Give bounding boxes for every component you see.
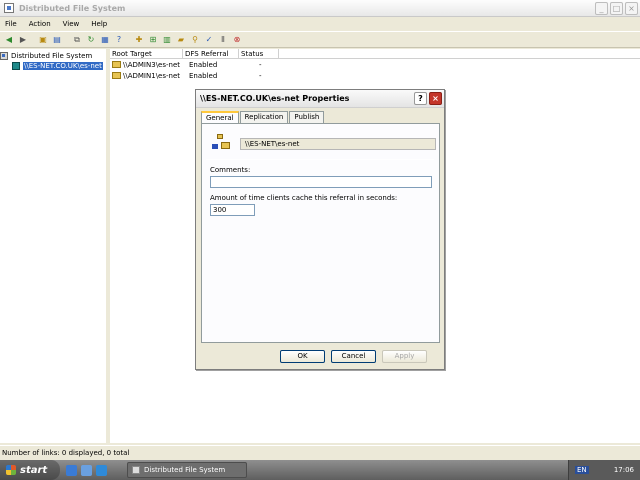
show-hide-tree-icon[interactable]: ▤ xyxy=(51,34,63,46)
window-titlebar: Distributed File System _ □ × xyxy=(0,0,640,17)
tab-publish[interactable]: Publish xyxy=(289,111,325,123)
toolbar-separator xyxy=(31,34,35,46)
dialog-titlebar: \\ES-NET.CO.UK\es-net Properties ? × xyxy=(196,90,444,108)
dialog-title: \\ES-NET.CO.UK\es-net Properties xyxy=(200,94,350,103)
quick-launch xyxy=(66,464,107,476)
tree-item-label: Distributed File System xyxy=(11,52,93,60)
toolbar-separator xyxy=(127,34,131,46)
dfs-icon xyxy=(0,52,8,60)
tree-item-root[interactable]: \\ES-NET.CO.UK\es-net xyxy=(0,61,106,71)
menu-bar: File Action View Help xyxy=(0,17,640,31)
windows-logo-icon xyxy=(6,465,16,475)
help-button[interactable]: ? xyxy=(414,92,427,105)
status-cell: - xyxy=(259,71,262,80)
taskbar: start Distributed File System EN 17:06 xyxy=(0,460,640,480)
close-button[interactable]: × xyxy=(625,2,638,15)
comments-label: Comments: xyxy=(210,166,251,174)
menu-action[interactable]: Action xyxy=(29,20,51,28)
divider xyxy=(206,159,434,160)
back-arrow-icon[interactable]: ◀ xyxy=(3,34,15,46)
properties-icon[interactable]: ▥ xyxy=(161,34,173,46)
filter-icon[interactable]: ⚲ xyxy=(189,34,201,46)
open-icon[interactable]: ▰ xyxy=(175,34,187,46)
referral-cell: Enabled xyxy=(189,60,218,69)
shared-folder-icon xyxy=(112,72,121,79)
show-desktop-icon[interactable] xyxy=(66,464,77,476)
taskbar-item-label: Distributed File System xyxy=(144,466,226,474)
up-folder-icon[interactable]: ▣ xyxy=(37,34,49,46)
status-cell: - xyxy=(259,60,262,69)
column-dfs-referral[interactable]: DFS Referral xyxy=(183,49,239,58)
tab-replication[interactable]: Replication xyxy=(239,111,289,123)
stop-icon[interactable]: Ⅱ xyxy=(217,34,229,46)
internet-explorer-icon[interactable] xyxy=(81,464,92,476)
toolbar-separator xyxy=(65,34,69,46)
list-header: Root Target DFS Referral Status xyxy=(110,49,640,59)
dialog-footer: OK Cancel Apply xyxy=(196,350,444,363)
forward-arrow-icon[interactable]: ▶ xyxy=(17,34,29,46)
media-player-icon[interactable] xyxy=(96,464,107,476)
new-link-icon[interactable]: ⊞ xyxy=(147,34,159,46)
toolbar: ◀ ▶ ▣ ▤ ⧉ ↻ ▦ ? ✚ ⊞ ▥ ▰ ⚲ ✓ Ⅱ ⊗ xyxy=(0,31,640,48)
tree-pane: Distributed File System \\ES-NET.CO.UK\e… xyxy=(0,49,108,443)
root-target-cell: \\ADMIN1\es-net xyxy=(123,71,181,80)
dialog-close-button[interactable]: × xyxy=(429,92,442,105)
window-controls: _ □ × xyxy=(595,2,638,15)
help-icon[interactable]: ? xyxy=(113,34,125,46)
start-button[interactable]: start xyxy=(0,460,60,480)
menu-help[interactable]: Help xyxy=(91,20,107,28)
root-target-cell: \\ADMIN3\es-net xyxy=(123,60,181,69)
check-status-icon[interactable]: ✓ xyxy=(203,34,215,46)
maximize-button[interactable]: □ xyxy=(610,2,623,15)
cache-time-label: Amount of time clients cache this referr… xyxy=(210,194,398,202)
shared-folder-icon xyxy=(112,61,121,68)
column-root-target[interactable]: Root Target xyxy=(110,49,183,58)
start-label: start xyxy=(20,464,48,476)
export-icon[interactable]: ▦ xyxy=(99,34,111,46)
dialog-controls: ? × xyxy=(414,92,442,105)
cache-time-input[interactable] xyxy=(210,204,255,216)
dialog-tabs: General Replication Publish xyxy=(201,111,325,124)
new-root-icon[interactable]: ✚ xyxy=(133,34,145,46)
window-title: Distributed File System xyxy=(19,3,126,13)
dfs-app-icon xyxy=(132,466,140,474)
copy-icon[interactable]: ⧉ xyxy=(71,34,83,46)
close-view-icon[interactable]: ⊗ xyxy=(231,34,243,46)
minimize-button[interactable]: _ xyxy=(595,2,608,15)
list-item[interactable]: \\ADMIN1\es-net Enabled - xyxy=(110,70,640,81)
language-indicator[interactable]: EN xyxy=(575,466,589,474)
comments-input[interactable] xyxy=(210,176,432,188)
general-tab-panel: \\ES-NET\es-net Comments: Amount of time… xyxy=(201,123,440,343)
dfs-root-icon xyxy=(12,62,20,70)
column-status[interactable]: Status xyxy=(239,49,279,58)
properties-dialog: \\ES-NET.CO.UK\es-net Properties ? × Gen… xyxy=(195,89,445,370)
clock: 17:06 xyxy=(613,466,634,474)
menu-file[interactable]: File xyxy=(5,20,17,28)
list-item[interactable]: \\ADMIN3\es-net Enabled - xyxy=(110,59,640,70)
taskbar-item-dfs[interactable]: Distributed File System xyxy=(127,462,247,478)
ok-button[interactable]: OK xyxy=(280,350,325,363)
referral-cell: Enabled xyxy=(189,71,218,80)
tree-item-dfs[interactable]: Distributed File System xyxy=(0,51,106,61)
dfs-app-icon xyxy=(4,3,14,13)
menu-view[interactable]: View xyxy=(63,20,80,28)
apply-button[interactable]: Apply xyxy=(382,350,427,363)
dfs-root-share-icon xyxy=(212,134,230,152)
root-path-field: \\ES-NET\es-net xyxy=(240,138,436,150)
system-tray: EN 17:06 xyxy=(568,460,640,480)
cancel-button[interactable]: Cancel xyxy=(331,350,376,363)
status-bar: Number of links: 0 displayed, 0 total xyxy=(0,445,640,459)
refresh-icon[interactable]: ↻ xyxy=(85,34,97,46)
tree-item-label: \\ES-NET.CO.UK\es-net xyxy=(23,62,103,70)
